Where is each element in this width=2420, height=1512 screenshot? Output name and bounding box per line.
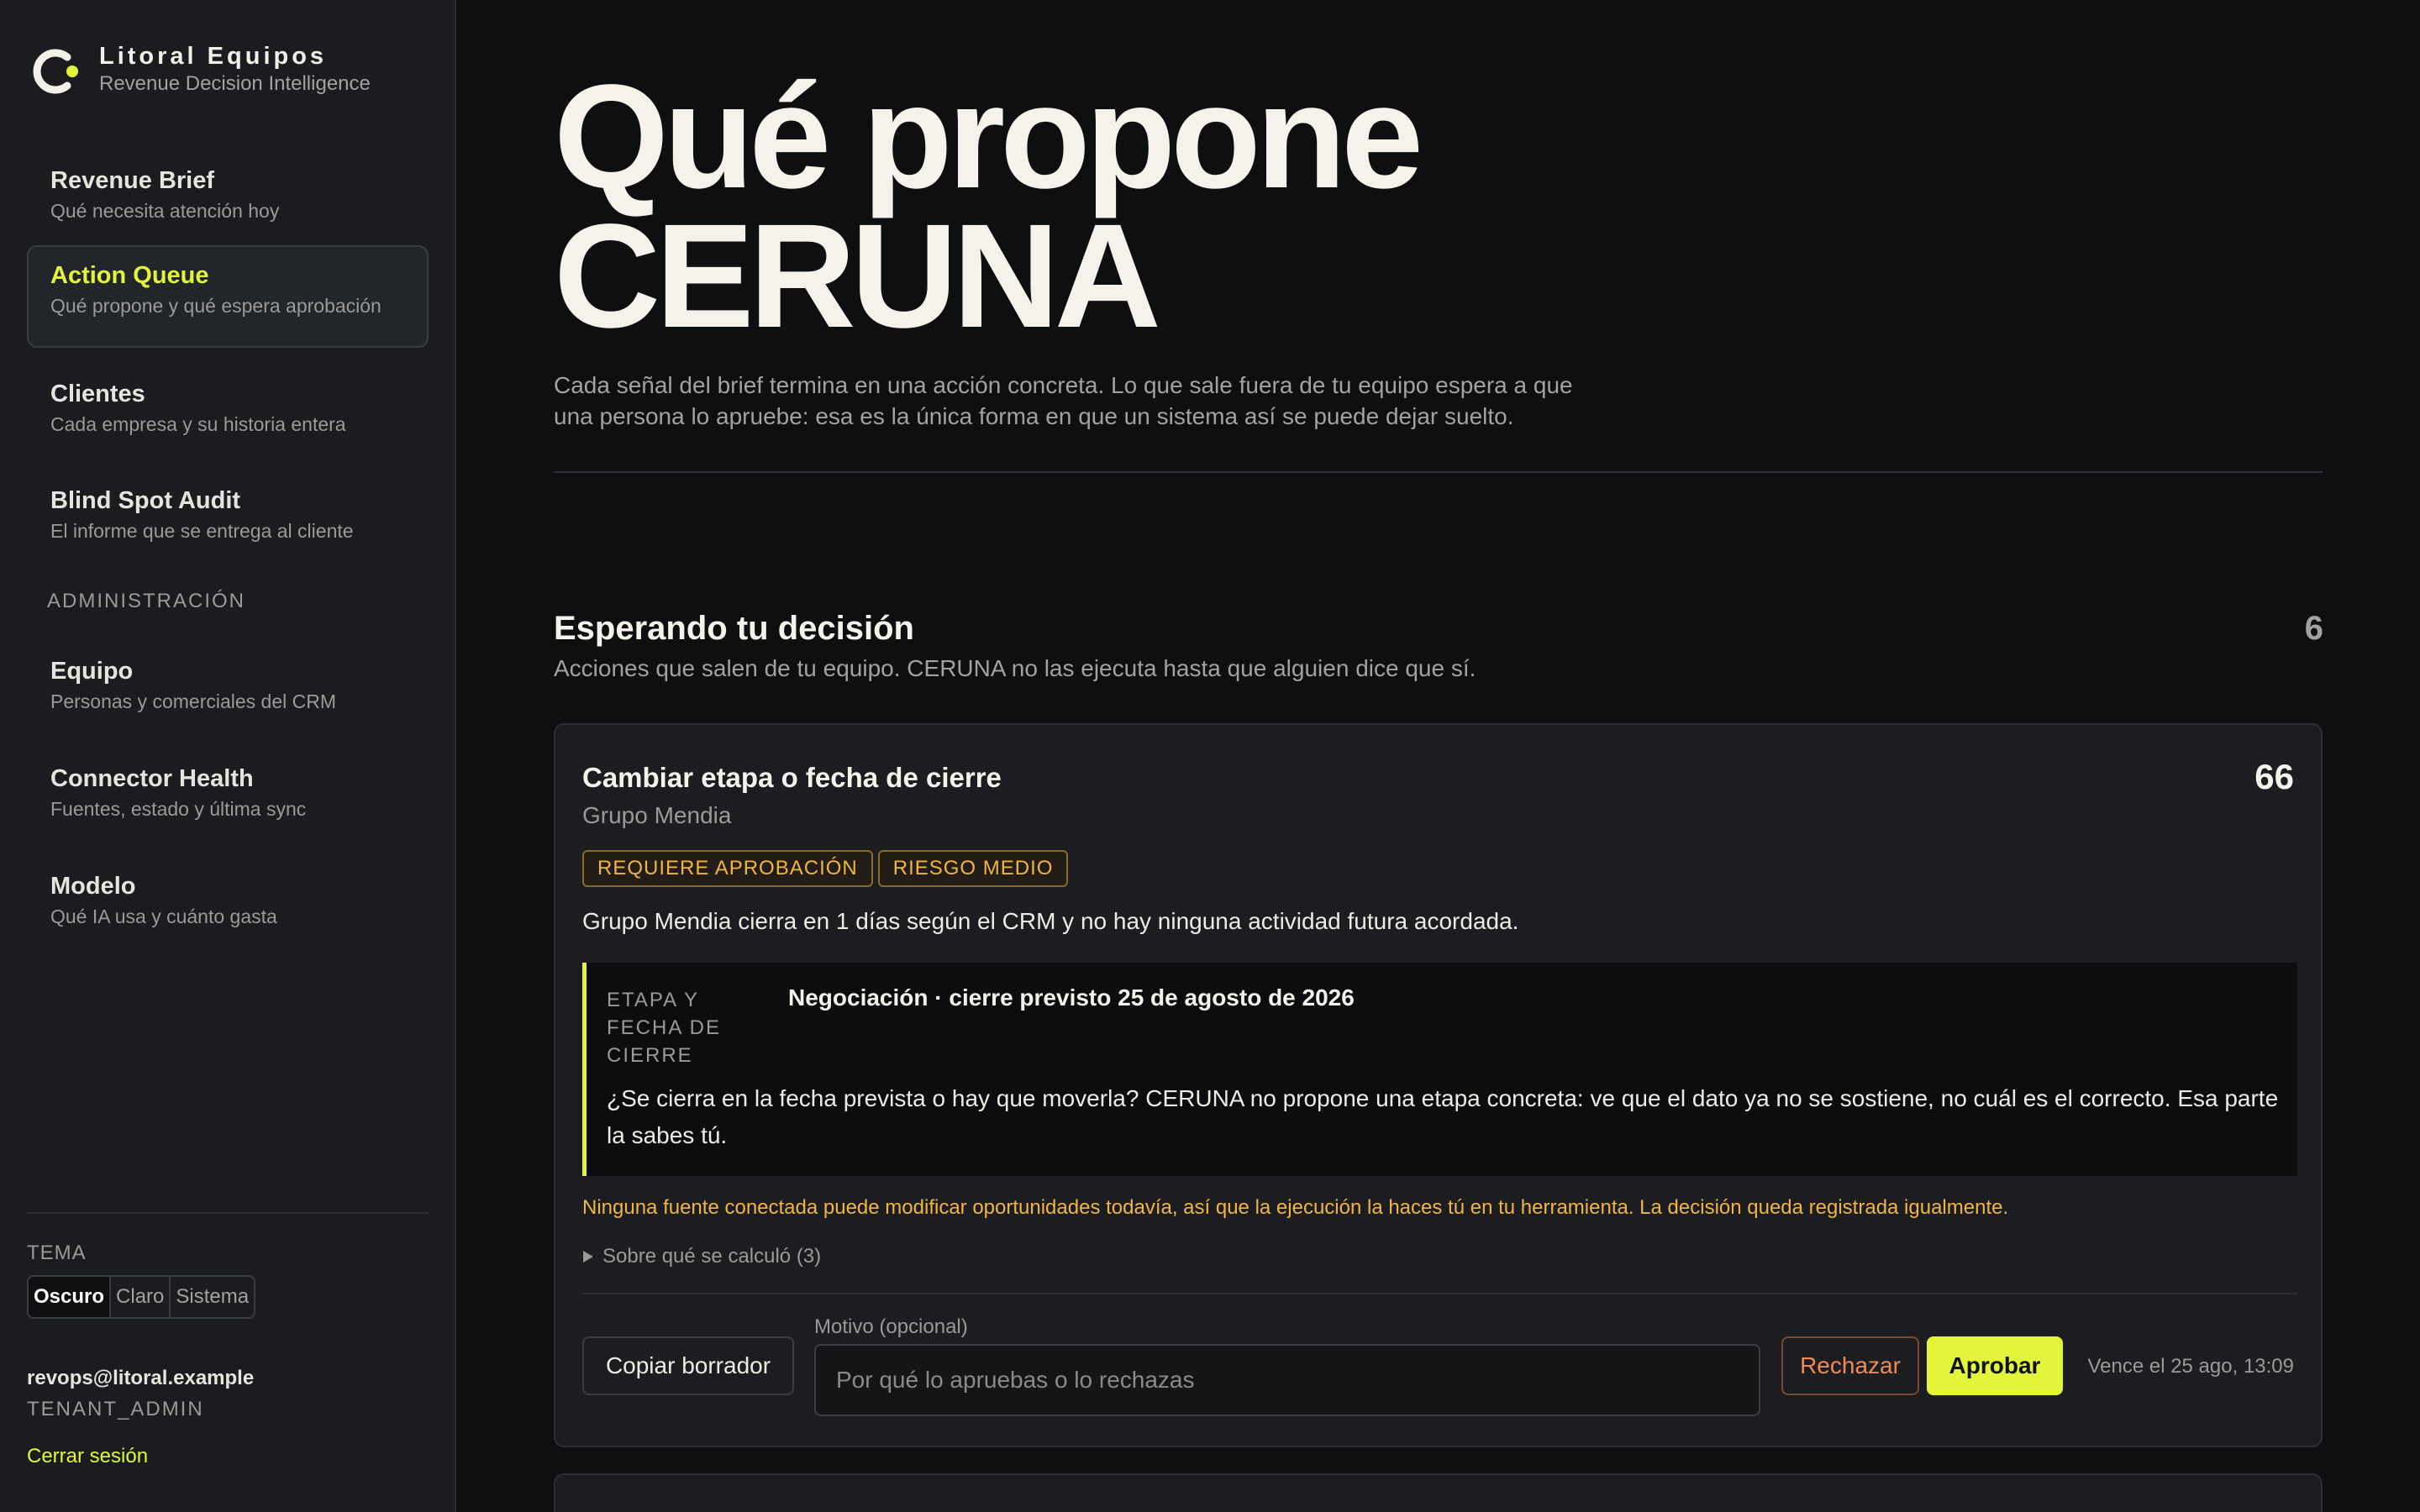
sidebar-item-label: Connector Health <box>50 765 254 792</box>
theme-toggle: Oscuro Claro Sistema <box>27 1275 256 1319</box>
proposal-detail: ETAPA Y FECHA DE CIERRE Negociación · ci… <box>582 963 2297 1176</box>
header-divider <box>554 471 2323 473</box>
section-subtitle: Acciones que salen de tu equipo. CERUNA … <box>554 655 1476 681</box>
sidebar-item-description: Fuentes, estado y última sync <box>50 798 307 820</box>
action-card-next <box>554 1473 2323 1512</box>
sidebar-item-blind-spot-audit[interactable]: Blind Spot Audit El informe que se entre… <box>27 470 429 573</box>
theme-option-sistema[interactable]: Sistema <box>171 1277 254 1317</box>
copy-draft-button[interactable]: Copiar borrador <box>582 1336 794 1395</box>
sidebar-divider <box>27 1212 429 1214</box>
reason-input[interactable] <box>814 1344 1760 1416</box>
sidebar-item-description: Personas y comerciales del CRM <box>50 690 337 712</box>
sidebar-item-label: Modelo <box>50 873 136 900</box>
reject-button[interactable]: Rechazar <box>1781 1336 1919 1395</box>
sidebar-item-description: Cada empresa y su historia entera <box>50 413 346 435</box>
status-badge-risk: RIESGO MEDIO <box>877 850 1069 887</box>
page-title: Qué propone CERUNA <box>554 63 1898 350</box>
company-name: Grupo Mendia <box>582 802 732 828</box>
section-title: Esperando tu decisión <box>554 610 914 647</box>
disclosure-label: Sobre qué se calculó (3) <box>602 1245 822 1268</box>
theme-label: TEMA <box>27 1242 87 1264</box>
sidebar-item-modelo[interactable]: Modelo Qué IA usa y cuánto gasta <box>27 856 429 958</box>
page-title-line-2: CERUNA <box>554 194 1161 359</box>
sidebar-item-label: Action Queue <box>50 262 209 289</box>
sidebar-item-label: Clientes <box>50 381 145 407</box>
reason-field-label: Motivo (opcional) <box>814 1315 968 1338</box>
main-content: Qué propone CERUNA Cada señal del brief … <box>456 0 2420 1512</box>
theme-option-claro[interactable]: Claro <box>111 1277 171 1317</box>
action-reason: Grupo Mendia cierra en 1 días según el C… <box>582 908 1519 934</box>
sidebar-item-revenue-brief[interactable]: Revenue Brief Qué necesita atención hoy <box>27 150 429 253</box>
sidebar-item-description: Qué IA usa y cuánto gasta <box>50 906 277 927</box>
sidebar-item-clientes[interactable]: Clientes Cada empresa y su historia ente… <box>27 364 429 466</box>
detail-text: ¿Se cierra en la fecha prevista o hay qu… <box>607 1085 2279 1148</box>
sidebar-item-label: Blind Spot Audit <box>50 487 241 514</box>
user-role: TENANT_ADMIN <box>27 1398 204 1420</box>
sidebar-item-description: Qué necesita atención hoy <box>50 200 280 222</box>
pending-count: 6 <box>2304 610 2323 647</box>
sidebar-item-label: Revenue Brief <box>50 167 215 194</box>
sidebar: Litoral Equipos Revenue Decision Intelli… <box>0 0 456 1512</box>
status-badge-approval: REQUIERE APROBACIÓN <box>582 850 873 887</box>
calculation-disclosure[interactable]: Sobre qué se calculó (3) <box>582 1245 821 1268</box>
brand-name: Litoral Equipos <box>99 43 328 70</box>
sidebar-item-description: Qué propone y qué espera aprobación <box>50 295 381 317</box>
sidebar-item-equipo[interactable]: Equipo Personas y comerciales del CRM <box>27 641 429 743</box>
detail-label: ETAPA Y FECHA DE CIERRE <box>607 989 722 1067</box>
execution-warning: Ninguna fuente conectada puede modificar… <box>582 1196 2009 1219</box>
approve-button[interactable]: Aprobar <box>1927 1336 2063 1395</box>
page-description: Cada señal del brief termina en una acci… <box>554 372 1573 429</box>
card-divider <box>582 1293 2297 1294</box>
action-title: Cambiar etapa o fecha de cierre <box>582 762 1002 793</box>
user-email: revops@litoral.example <box>27 1367 255 1389</box>
badge-group: REQUIERE APROBACIÓN RIESGO MEDIO <box>582 850 1069 887</box>
sidebar-item-description: El informe que se entrega al cliente <box>50 520 354 542</box>
due-date: Vence el 25 ago, 13:09 <box>2087 1355 2294 1378</box>
admin-section-label: ADMINISTRACIÓN <box>47 590 246 612</box>
brand[interactable]: Litoral Equipos Revenue Decision Intelli… <box>30 42 371 97</box>
sidebar-item-label: Equipo <box>50 658 134 685</box>
brand-subtitle: Revenue Decision Intelligence <box>99 72 371 95</box>
logout-link[interactable]: Cerrar sesión <box>27 1445 148 1468</box>
detail-value: Negociación · cierre previsto 25 de agos… <box>788 984 1355 1011</box>
triangle-right-icon <box>583 1251 593 1263</box>
action-card: Cambiar etapa o fecha de cierre 66 Grupo… <box>554 723 2323 1447</box>
brand-logo-icon <box>30 45 82 97</box>
action-score: 66 <box>2254 757 2294 796</box>
sidebar-item-connector-health[interactable]: Connector Health Fuentes, estado y últim… <box>27 748 429 851</box>
sidebar-item-action-queue[interactable]: Action Queue Qué propone y qué espera ap… <box>27 245 429 348</box>
theme-option-oscuro[interactable]: Oscuro <box>29 1277 112 1317</box>
